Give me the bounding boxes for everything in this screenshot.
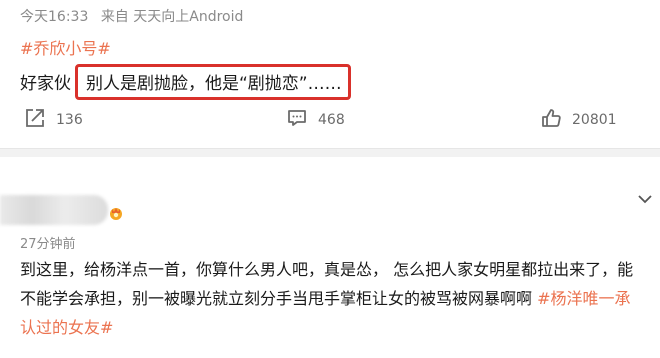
comment-time: 27分钟前 — [20, 237, 76, 252]
weibo-post: 今天16:33 来自 天天向上Android #乔欣小号# 好家伙 别人是剧抛脸，… — [0, 0, 660, 150]
comment-topic-tag-cont[interactable]: 认过的女友# — [20, 313, 658, 342]
forward-count: 136 — [56, 112, 83, 128]
like-button[interactable]: 20801 — [540, 104, 617, 136]
like-count: 20801 — [572, 112, 617, 128]
comment-topic-tag[interactable]: #杨洋唯一承 — [537, 289, 630, 308]
forward-icon — [24, 107, 56, 133]
topic-link[interactable]: #乔欣小号# — [20, 35, 111, 59]
chevron-down-icon[interactable] — [638, 189, 652, 208]
post-source: 来自 天天向上Android — [100, 9, 244, 25]
forward-button[interactable]: 136 — [24, 104, 83, 136]
highlighted-text: 别人是剧抛脸，他是“剧抛恋”…… — [75, 64, 351, 100]
action-bar: 136 468 20801 — [0, 104, 660, 138]
comment-icon — [286, 107, 318, 133]
post-meta: 今天16:33 来自 天天向上Android — [20, 6, 251, 26]
comment-text: 到这里，给杨洋点一首，你算什么男人吧，真是怂， 怎么把人家女明星都拉出来了，能 … — [20, 255, 658, 342]
comment-line-2: 不能学会承担，别一被曝光就立刻分手当甩手掌柜让女的被骂被网暴啊啊 #杨洋唯一承 — [20, 284, 658, 313]
comment-count: 468 — [318, 112, 345, 128]
comment-item: 27分钟前 到这里，给杨洋点一首，你算什么男人吧，真是怂， 怎么把人家女明星都拉… — [0, 157, 660, 358]
post-lead-text: 好家伙 — [20, 74, 71, 94]
comment-button[interactable]: 468 — [286, 104, 345, 136]
badge-icon — [108, 205, 124, 221]
post-time: 今天16:33 — [20, 9, 89, 25]
post-text: 好家伙 别人是剧抛脸，他是“剧抛恋”…… — [20, 64, 351, 100]
comment-line-2-text: 不能学会承担，别一被曝光就立刻分手当甩手掌柜让女的被骂被网暴啊啊 — [20, 289, 538, 308]
comment-line-1: 到这里，给杨洋点一首，你算什么男人吧，真是怂， 怎么把人家女明星都拉出来了，能 — [20, 260, 634, 279]
like-icon — [540, 107, 572, 133]
blurred-username — [0, 195, 108, 225]
